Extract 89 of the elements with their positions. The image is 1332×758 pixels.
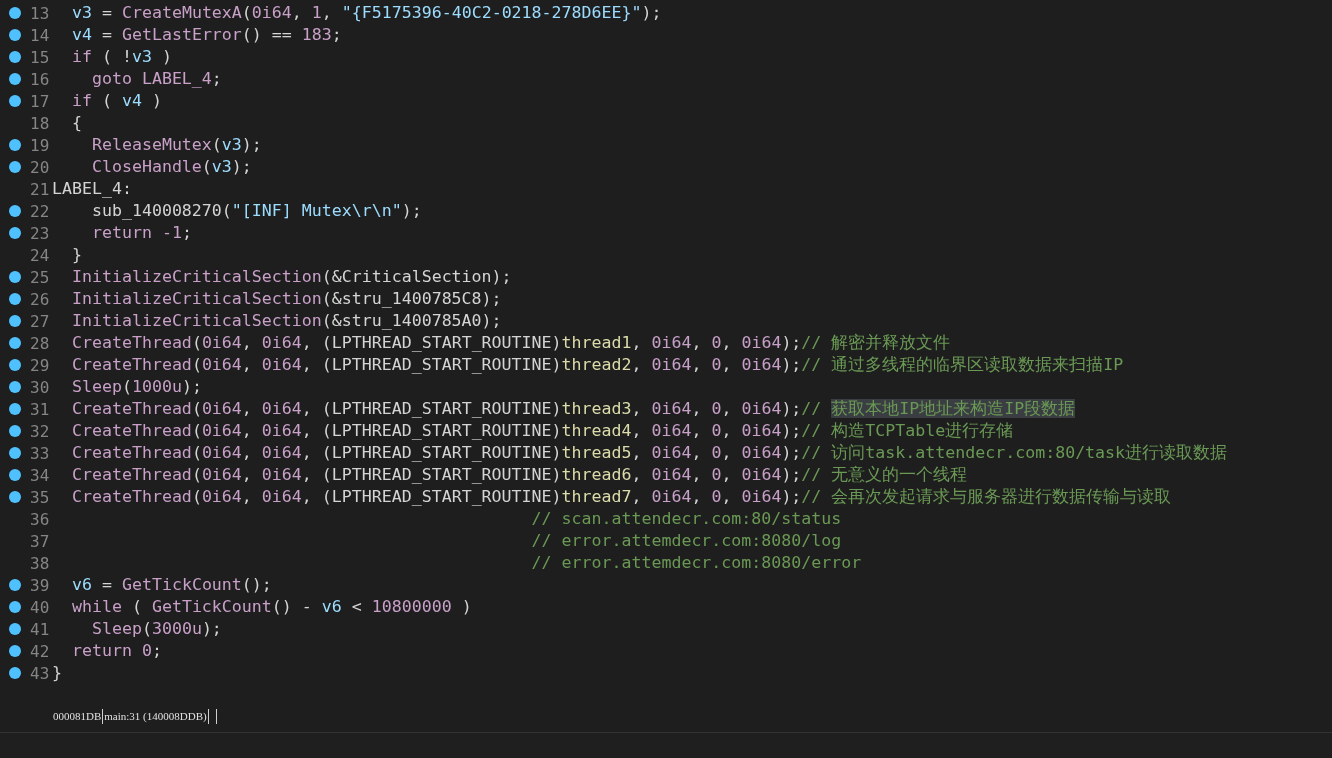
code-line: LABEL_4: xyxy=(52,178,132,200)
line-number: 16 xyxy=(30,69,51,89)
code-line: v4 = GetLastError() == 183; xyxy=(70,24,342,46)
line-number: 32 xyxy=(30,421,51,441)
code-line: CreateThread(0i64, 0i64, (LPTHREAD_START_ROUTINE)thread5, 0i64, 0, 0i64);// 访问task.attendecr.com:80/task进行读取数据 xyxy=(70,442,1228,464)
line-number: 27 xyxy=(30,311,51,331)
line-number: 30 xyxy=(30,377,51,397)
breakpoint-icon[interactable] xyxy=(9,29,21,41)
line-number: 39 xyxy=(30,575,51,595)
line-number: 42 xyxy=(30,641,51,661)
code-line: } xyxy=(70,244,82,266)
code-line: v6 = GetTickCount(); xyxy=(70,574,272,596)
code-line: CloseHandle(v3); xyxy=(90,156,252,178)
breakpoint-icon[interactable] xyxy=(9,447,21,459)
code-line: if ( !v3 ) xyxy=(70,46,172,68)
breakpoint-icon[interactable] xyxy=(9,601,21,613)
breakpoint-icon[interactable] xyxy=(9,667,21,679)
line-number: 31 xyxy=(30,399,51,419)
line-number: 41 xyxy=(30,619,51,639)
breakpoint-icon[interactable] xyxy=(9,51,21,63)
breakpoint-icon[interactable] xyxy=(9,315,21,327)
breakpoint-icon[interactable] xyxy=(9,337,21,349)
breakpoint-icon[interactable] xyxy=(9,7,21,19)
code-line: } xyxy=(52,662,62,684)
code-line: if ( v4 ) xyxy=(70,90,162,112)
breakpoint-icon[interactable] xyxy=(9,161,21,173)
code-line: while ( GetTickCount() - v6 < 10800000 ) xyxy=(70,596,472,618)
code-line: CreateThread(0i64, 0i64, (LPTHREAD_START_ROUTINE)thread7, 0i64, 0, 0i64);// 会再次发起请求与服务器进行数据传输与读取 xyxy=(70,486,1172,508)
line-number: 26 xyxy=(30,289,51,309)
breakpoint-icon[interactable] xyxy=(9,469,21,481)
code-line: return -1; xyxy=(90,222,192,244)
line-number: 38 xyxy=(30,553,51,573)
line-number: 22 xyxy=(30,201,51,221)
line-number: 15 xyxy=(30,47,51,67)
code-line: goto LABEL_4; xyxy=(90,68,222,90)
breakpoint-icon[interactable] xyxy=(9,139,21,151)
line-number: 33 xyxy=(30,443,51,463)
code-line: sub_140008270("[INF] Mutex\r\n"); xyxy=(90,200,422,222)
code-line: // scan.attendecr.com:80/status xyxy=(530,508,842,530)
breakpoint-icon[interactable] xyxy=(9,579,21,591)
breakpoint-icon[interactable] xyxy=(9,381,21,393)
code-line: InitializeCriticalSection(&stru_1400785A0); xyxy=(70,310,502,332)
line-number: 24 xyxy=(30,245,51,265)
breakpoint-icon[interactable] xyxy=(9,205,21,217)
code-line: CreateThread(0i64, 0i64, (LPTHREAD_START_ROUTINE)thread6, 0i64, 0, 0i64);// 无意义的一个线程 xyxy=(70,464,968,486)
code-line: ReleaseMutex(v3); xyxy=(90,134,262,156)
line-number: 34 xyxy=(30,465,51,485)
code-line: CreateThread(0i64, 0i64, (LPTHREAD_START_ROUTINE)thread1, 0i64, 0, 0i64);// 解密并释放文件 xyxy=(70,332,951,354)
code-line: Sleep(3000u); xyxy=(90,618,222,640)
breakpoint-icon[interactable] xyxy=(9,491,21,503)
line-number: 36 xyxy=(30,509,51,529)
line-number: 19 xyxy=(30,135,51,155)
line-number: 35 xyxy=(30,487,51,507)
code-line: { xyxy=(70,112,82,134)
line-number: 17 xyxy=(30,91,51,111)
line-number: 25 xyxy=(30,267,51,287)
address-text: 000081DB xyxy=(53,710,102,722)
code-line: CreateThread(0i64, 0i64, (LPTHREAD_START_ROUTINE)thread2, 0i64, 0, 0i64);// 通过多线程的临界区读取数据来扫描IP xyxy=(70,354,1124,376)
breakpoint-icon[interactable] xyxy=(9,403,21,415)
line-number: 20 xyxy=(30,157,51,177)
breakpoint-icon[interactable] xyxy=(9,623,21,635)
line-number: 13 xyxy=(30,3,51,23)
breakpoint-icon[interactable] xyxy=(9,645,21,657)
breakpoint-icon[interactable] xyxy=(9,271,21,283)
code-line: CreateThread(0i64, 0i64, (LPTHREAD_START_ROUTINE)thread3, 0i64, 0, 0i64);// 获取本地IP地址来构造IP段数据 xyxy=(70,398,1076,420)
breakpoint-icon[interactable] xyxy=(9,425,21,437)
breakpoint-icon[interactable] xyxy=(9,227,21,239)
code-line: v3 = CreateMutexA(0i64, 1, "{F5175396-40C2-0218-278D6EE}"); xyxy=(70,2,662,24)
line-number: 14 xyxy=(30,25,51,45)
code-line: InitializeCriticalSection(&stru_1400785C8); xyxy=(70,288,502,310)
line-number: 40 xyxy=(30,597,51,617)
line-number: 29 xyxy=(30,355,51,375)
code-line: // error.attemdecr.com:8080/log xyxy=(530,530,842,552)
line-number: 18 xyxy=(30,113,51,133)
breakpoint-icon[interactable] xyxy=(9,359,21,371)
breakpoint-icon[interactable] xyxy=(9,293,21,305)
line-number: 43 xyxy=(30,663,51,683)
code-line: InitializeCriticalSection(&CriticalSection); xyxy=(70,266,512,288)
code-line: CreateThread(0i64, 0i64, (LPTHREAD_START_ROUTINE)thread4, 0i64, 0, 0i64);// 构造TCPTable进行存储 xyxy=(70,420,1014,442)
breakpoint-icon[interactable] xyxy=(9,73,21,85)
code-line: Sleep(1000u); xyxy=(70,376,202,398)
line-number: 37 xyxy=(30,531,51,551)
location-text: main:31 (140008DDB) xyxy=(104,710,207,722)
breakpoint-icon[interactable] xyxy=(9,95,21,107)
code-line: return 0; xyxy=(70,640,162,662)
line-number: 28 xyxy=(30,333,51,353)
line-number: 23 xyxy=(30,223,51,243)
code-line: // error.attemdecr.com:8080/error xyxy=(530,552,862,574)
line-number: 21 xyxy=(30,179,51,199)
